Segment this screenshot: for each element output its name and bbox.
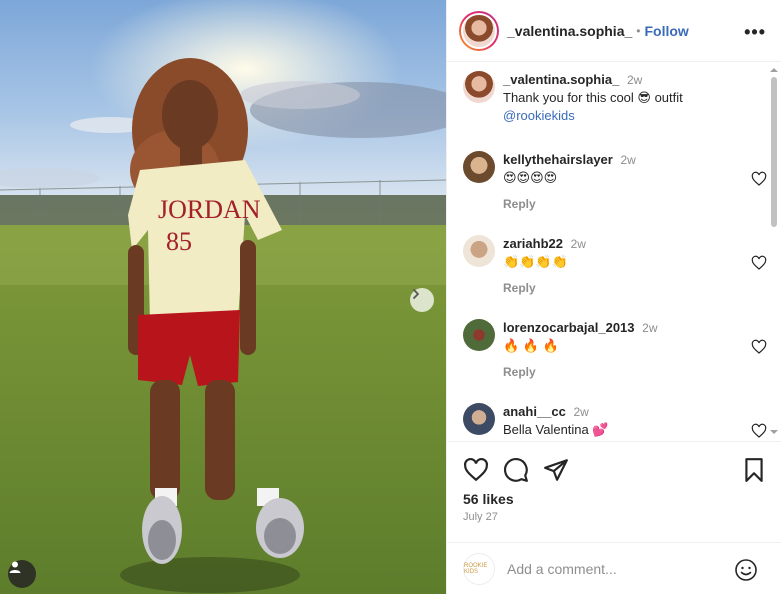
comment-input[interactable]	[507, 561, 727, 577]
comment-time: 2w	[573, 405, 589, 419]
heart-icon[interactable]	[751, 339, 767, 355]
tagged-users-button[interactable]	[8, 560, 36, 588]
caption-time: 2w	[626, 73, 643, 87]
scrollbar-thumb[interactable]	[771, 77, 777, 227]
scroll-down-arrow-icon[interactable]	[767, 427, 781, 437]
comment-time: 2w	[642, 321, 658, 335]
like-heart-icon[interactable]	[463, 457, 489, 483]
scroll-up-arrow-icon[interactable]	[767, 65, 781, 75]
post-date: July 27	[463, 511, 498, 523]
comment-avatar[interactable]	[463, 151, 495, 183]
reply-button[interactable]: Reply	[503, 281, 536, 295]
heart-icon[interactable]	[751, 171, 767, 187]
comment-username[interactable]: lorenzocarbajal_2013	[503, 320, 635, 335]
chevron-right-icon	[413, 289, 419, 299]
reply-button[interactable]: Reply	[503, 365, 536, 379]
comment-item: lorenzocarbajal_2013 2w 🔥 🔥 🔥 Reply	[463, 311, 767, 395]
comment-username[interactable]: zariahb22	[503, 236, 563, 251]
author-username[interactable]: _valentina.sophia_	[507, 23, 632, 39]
comment-username[interactable]: anahi__cc	[503, 404, 566, 419]
heart-icon[interactable]	[751, 423, 767, 439]
comment-item: kellythehairslayer 2w 😍😍😍😍 Reply	[463, 143, 767, 227]
comment-text: Bella Valentina 💕	[503, 422, 609, 437]
current-user-avatar: ROOKIE KIDS	[463, 553, 495, 585]
post-photo[interactable]: JORDAN 85	[0, 0, 446, 594]
comment-time: 2w	[620, 153, 636, 167]
emoji-icon[interactable]	[734, 558, 758, 582]
comment-time: 2w	[570, 237, 586, 251]
save-bookmark-icon[interactable]	[741, 457, 767, 483]
post-actions: 56 likes July 27 ROOKIE KIDS	[447, 441, 781, 594]
comment-text: 😍😍😍😍	[503, 170, 558, 185]
comments-list[interactable]: _valentina.sophia_ 2w Thank you for this…	[447, 63, 781, 441]
author-avatar[interactable]	[459, 10, 499, 51]
follow-button[interactable]: Follow	[644, 23, 688, 39]
caption-mention-link[interactable]: @rookiekids	[503, 108, 575, 123]
caption: _valentina.sophia_ 2w Thank you for this…	[463, 63, 763, 133]
caption-username[interactable]: _valentina.sophia_	[503, 72, 619, 87]
shirt-text-1: JORDAN	[158, 195, 261, 224]
share-send-icon[interactable]	[543, 457, 569, 483]
comment-avatar[interactable]	[463, 403, 495, 435]
post-header: _valentina.sophia_ • Follow •••	[447, 0, 781, 62]
post-side-panel: _valentina.sophia_ • Follow ••• _valenti…	[446, 0, 781, 594]
reply-button[interactable]: Reply	[503, 197, 536, 211]
caption-text: Thank you for this cool 😎 outfit	[503, 90, 683, 105]
comment-username[interactable]: kellythehairslayer	[503, 152, 613, 167]
shirt-text-2: 85	[166, 227, 192, 256]
comments-scrollbar[interactable]	[767, 63, 781, 441]
next-photo-button[interactable]	[410, 288, 434, 312]
comment-avatar[interactable]	[463, 235, 495, 267]
heart-icon[interactable]	[751, 255, 767, 271]
photo-illustration: JORDAN 85	[0, 0, 446, 594]
more-options-icon[interactable]: •••	[744, 22, 766, 43]
comment-item: anahi__cc 2w Bella Valentina 💕	[463, 395, 767, 441]
comment-text: 🔥 🔥 🔥	[503, 338, 559, 353]
comment-avatar[interactable]	[463, 319, 495, 351]
add-comment-bar: ROOKIE KIDS	[447, 542, 781, 594]
separator-dot: •	[636, 23, 641, 38]
comment-text: 👏👏👏👏	[503, 254, 568, 269]
user-icon	[9, 561, 21, 573]
caption-avatar[interactable]	[463, 71, 495, 103]
comment-item: zariahb22 2w 👏👏👏👏 Reply	[463, 227, 767, 311]
comment-bubble-icon[interactable]	[503, 457, 529, 483]
likes-count[interactable]: 56 likes	[463, 491, 514, 507]
